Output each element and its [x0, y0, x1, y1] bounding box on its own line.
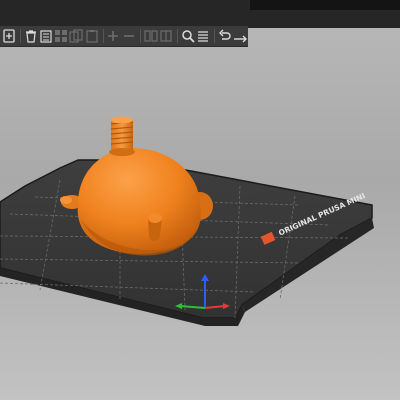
toolbar-separator — [176, 29, 178, 43]
undo-icon[interactable] — [218, 28, 232, 45]
add-icon[interactable] — [2, 28, 16, 45]
layers-editing-icon[interactable] — [196, 28, 210, 45]
add-instance-icon[interactable] — [106, 28, 120, 45]
toolbar-separator — [20, 29, 21, 43]
toolbar-separator — [213, 29, 215, 43]
remove-instance-icon[interactable] — [122, 28, 136, 45]
delete-icon[interactable] — [24, 28, 38, 45]
title-bar-edge — [250, 0, 400, 10]
redo-icon[interactable] — [233, 28, 247, 45]
title-bar — [0, 0, 400, 28]
paste-icon[interactable] — [84, 28, 98, 45]
copy-icon[interactable] — [69, 28, 83, 45]
delete-all-icon[interactable] — [39, 28, 53, 45]
split-objects-icon[interactable] — [143, 28, 158, 45]
search-icon[interactable] — [181, 28, 195, 45]
toolbar-separator — [102, 29, 104, 43]
toolbar-separator — [139, 29, 141, 43]
split-parts-icon[interactable] — [159, 28, 173, 45]
3d-viewport[interactable]: ORIGINAL PRUSA MINI — [0, 47, 400, 400]
arrange-icon[interactable] — [54, 28, 68, 45]
top-toolbar — [0, 26, 248, 47]
